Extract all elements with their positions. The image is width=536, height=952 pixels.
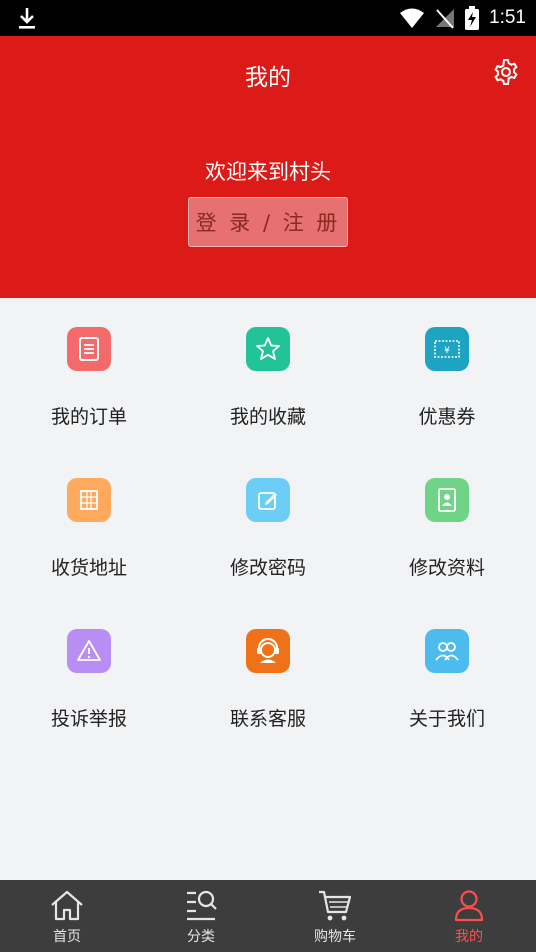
- tab-home[interactable]: 首页: [0, 880, 134, 952]
- tab-mine[interactable]: 我的: [402, 880, 536, 952]
- team-icon: [425, 629, 469, 673]
- status-bar: 1:51: [0, 0, 536, 36]
- menu-item-edit-profile[interactable]: 修改资料: [358, 449, 536, 599]
- star-icon: [246, 327, 290, 371]
- menu-item-address[interactable]: 收货地址: [0, 449, 178, 599]
- download-icon: [19, 8, 35, 29]
- warning-icon: [67, 629, 111, 673]
- tab-label: 我的: [455, 929, 483, 945]
- menu-item-customer-service[interactable]: 联系客服: [179, 600, 357, 750]
- menu-item-label: 我的收藏: [229, 406, 306, 428]
- menu-item-orders[interactable]: 我的订单: [0, 298, 178, 448]
- bottom-tab-bar: 首页 分类 购物车 我的: [0, 880, 536, 952]
- order-icon: [67, 327, 111, 371]
- headset-icon: [246, 629, 290, 673]
- wifi-icon: [400, 8, 425, 28]
- user-icon: [454, 890, 484, 922]
- no-signal-icon: [436, 9, 455, 29]
- tab-category[interactable]: 分类: [134, 880, 268, 952]
- login-register-button[interactable]: 登 录 / 注 册: [188, 197, 348, 247]
- edit-icon: [246, 478, 290, 522]
- cart-icon: [319, 890, 352, 921]
- menu-item-coupons[interactable]: ¥ 优惠券: [358, 298, 536, 448]
- address-icon: [67, 478, 111, 522]
- tab-cart[interactable]: 购物车: [268, 880, 402, 952]
- menu-item-label: 联系客服: [229, 708, 306, 730]
- menu-item-label: 关于我们: [408, 708, 485, 730]
- home-icon: [51, 890, 83, 921]
- profile-card-icon: [425, 478, 469, 522]
- tab-label: 首页: [53, 929, 81, 945]
- menu-item-label: 投诉举报: [50, 708, 127, 730]
- tab-label: 分类: [187, 929, 215, 945]
- menu-item-label: 收货地址: [50, 557, 127, 579]
- coupon-icon: ¥: [425, 327, 469, 371]
- menu-item-about-us[interactable]: 关于我们: [358, 600, 536, 750]
- svg-text:¥: ¥: [444, 346, 450, 356]
- menu-item-complaint[interactable]: 投诉举报: [0, 600, 178, 750]
- menu-item-change-password[interactable]: 修改密码: [179, 449, 357, 599]
- status-time: 1:51: [489, 7, 526, 28]
- category-search-icon: [187, 890, 217, 921]
- page-title: 我的: [245, 65, 291, 91]
- menu-item-label: 我的订单: [50, 406, 127, 428]
- menu-item-label: 修改密码: [229, 557, 306, 579]
- menu-item-favorites[interactable]: 我的收藏: [179, 298, 357, 448]
- battery-charging-icon: [465, 6, 480, 30]
- profile-header: 我的 欢迎来到村头 登 录 / 注 册: [0, 36, 536, 298]
- settings-gear-icon[interactable]: [492, 58, 520, 86]
- welcome-text: 欢迎来到村头: [205, 160, 331, 184]
- menu-item-label: 优惠券: [418, 406, 476, 428]
- tab-label: 购物车: [314, 929, 356, 945]
- menu-item-label: 修改资料: [408, 557, 485, 579]
